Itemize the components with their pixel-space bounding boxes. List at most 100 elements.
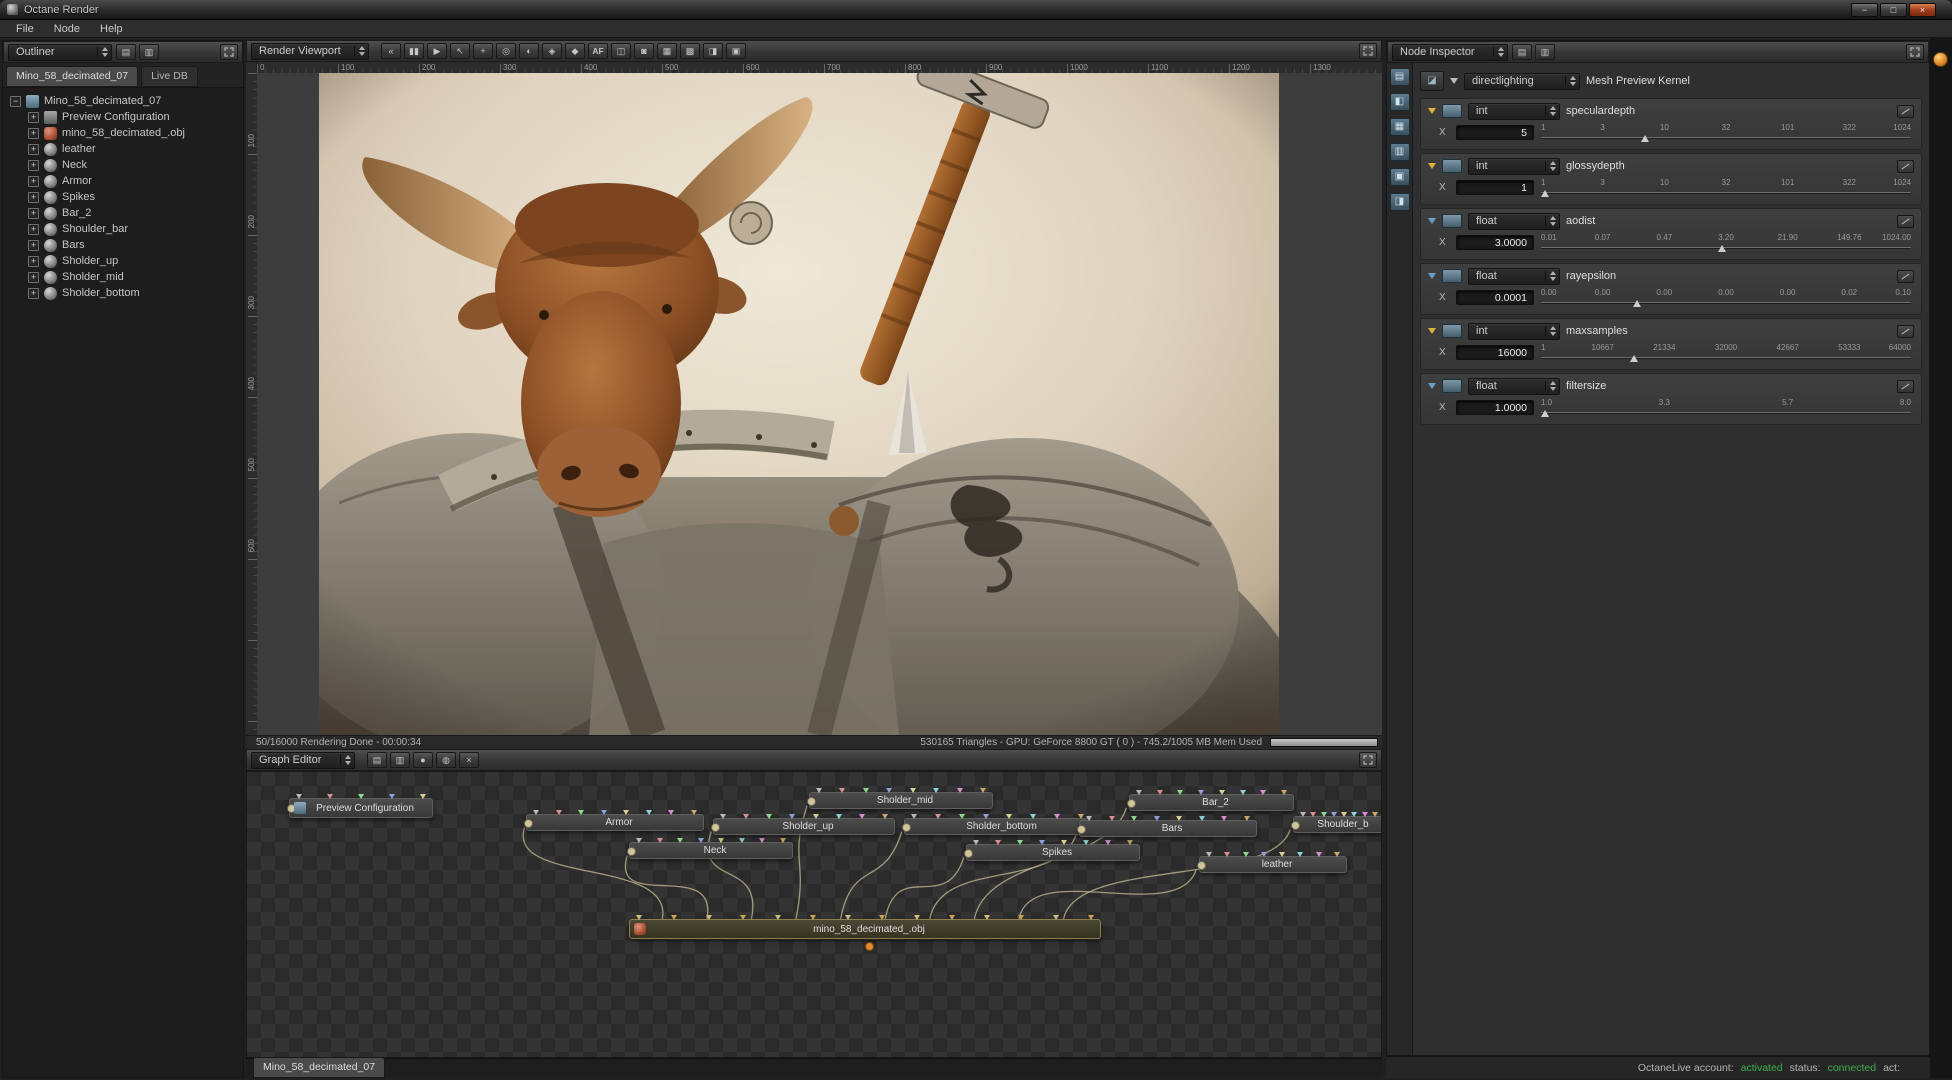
node-pin-icon[interactable] (1053, 915, 1059, 920)
render-image[interactable] (319, 73, 1279, 735)
param-type-select[interactable]: int (1468, 103, 1560, 120)
node-pin-icon[interactable] (623, 810, 629, 815)
graph-node-sholder-bottom[interactable]: Sholder_bottom (904, 818, 1091, 835)
tree-item-bar-2[interactable]: +Bar_2 (3, 205, 243, 221)
node-pin-icon[interactable] (556, 810, 562, 815)
node-pin-icon[interactable] (1088, 915, 1094, 920)
param-slider[interactable]: 1310321013221024 (1541, 123, 1911, 142)
kernel-type-select[interactable]: directlighting (1464, 73, 1580, 90)
node-pin-icon[interactable] (1018, 915, 1024, 920)
spinner-icon[interactable] (1545, 106, 1556, 116)
slider-handle-icon[interactable] (1541, 190, 1549, 197)
collapse-toggle-icon[interactable]: − (10, 96, 21, 107)
menu-file[interactable]: File (6, 22, 44, 36)
expand-toggle-icon[interactable]: + (28, 160, 39, 171)
slider-handle-icon[interactable] (1641, 135, 1649, 142)
tree-root[interactable]: −Mino_58_decimated_07 (3, 93, 243, 109)
node-pin-icon[interactable] (1199, 816, 1205, 821)
livedb-globe-icon[interactable]: ◍ (436, 752, 456, 768)
expand-toggle-icon[interactable]: + (28, 288, 39, 299)
node-pin-icon[interactable] (1109, 816, 1115, 821)
graph-node-armor[interactable]: Armor (526, 814, 704, 831)
expand-toggle-icon[interactable]: + (28, 240, 39, 251)
node-pin-icon[interactable] (1260, 790, 1266, 795)
skip-to-start-icon[interactable]: « (381, 43, 401, 59)
sync-selection-icon[interactable]: ▥ (1535, 44, 1555, 60)
node-pin-icon[interactable] (636, 838, 642, 843)
collapse-all-icon[interactable]: ▤ (116, 44, 136, 60)
spinner-icon[interactable] (1545, 326, 1556, 336)
graph-node-spikes[interactable]: Spikes (966, 844, 1140, 861)
node-pin-icon[interactable] (1300, 812, 1306, 817)
node-pin-icon[interactable] (420, 794, 426, 799)
expand-toggle-icon[interactable]: + (28, 208, 39, 219)
node-pin-icon[interactable] (1341, 812, 1347, 817)
tab-mino-58-decimated-07[interactable]: Mino_58_decimated_07 (6, 66, 138, 87)
slider-handle-icon[interactable] (1541, 410, 1549, 417)
node-pin-icon[interactable] (1221, 816, 1227, 821)
expand-toggle-icon[interactable]: + (28, 224, 39, 235)
param-type-select[interactable]: int (1468, 323, 1560, 340)
param-type-select[interactable]: int (1468, 158, 1560, 175)
tree-item-mino-58-decimated-obj[interactable]: +mino_58_decimated_.obj (3, 125, 243, 141)
param-value-field[interactable]: 5 (1456, 125, 1534, 140)
graph-panel-selector[interactable]: Graph Editor (251, 752, 355, 769)
node-pin-icon[interactable] (995, 840, 1001, 845)
param-slider[interactable]: 0.000.000.000.000.000.020.10 (1541, 288, 1911, 307)
node-pin-icon[interactable] (973, 840, 979, 845)
collapse-triangle-icon[interactable] (1428, 273, 1436, 279)
link-node-icon[interactable] (1897, 215, 1914, 228)
node-pin-icon[interactable] (720, 814, 726, 819)
material-ball-icon[interactable]: ● (413, 752, 433, 768)
camera-settings-icon[interactable]: ◧ (1390, 93, 1410, 111)
node-pin-icon[interactable] (636, 915, 642, 920)
param-type-select[interactable]: float (1468, 213, 1560, 230)
node-pin-icon[interactable] (1017, 840, 1023, 845)
render-view-area[interactable] (257, 73, 1382, 735)
tree-item-sholder-up[interactable]: +Sholder_up (3, 253, 243, 269)
node-pin-icon[interactable] (1078, 814, 1084, 819)
spinner-icon[interactable] (354, 46, 365, 56)
node-pin-icon[interactable] (1261, 852, 1267, 857)
focus-picker-icon[interactable]: ◎ (496, 43, 516, 59)
node-pin-icon[interactable] (1083, 840, 1089, 845)
param-value-field[interactable]: 1.0000 (1456, 400, 1534, 415)
node-pin-icon[interactable] (1351, 812, 1357, 817)
expand-toggle-icon[interactable]: + (28, 144, 39, 155)
node-pin-icon[interactable] (1039, 840, 1045, 845)
recenter-icon[interactable]: + (473, 43, 493, 59)
render-region-icon[interactable]: ▦ (657, 43, 677, 59)
node-pin-icon[interactable] (1372, 812, 1378, 817)
param-type-select[interactable]: float (1468, 378, 1560, 395)
tree-item-sholder-bottom[interactable]: +Sholder_bottom (3, 285, 243, 301)
expand-toggle-icon[interactable]: + (28, 128, 39, 139)
node-pin-icon[interactable] (780, 838, 786, 843)
node-pin-icon[interactable] (740, 915, 746, 920)
node-pin-icon[interactable] (933, 788, 939, 793)
octane-live-ball-icon[interactable] (1933, 52, 1948, 67)
graph-node-mino-58-decimated-obj[interactable]: mino_58_decimated_.obj (629, 919, 1101, 939)
tree-item-leather[interactable]: +leather (3, 141, 243, 157)
node-pin-icon[interactable] (775, 915, 781, 920)
node-pin-icon[interactable] (984, 915, 990, 920)
node-pin-icon[interactable] (739, 838, 745, 843)
node-pin-icon[interactable] (1127, 840, 1133, 845)
node-pin-icon[interactable] (886, 788, 892, 793)
node-pin-icon[interactable] (1176, 816, 1182, 821)
tree-item-armor[interactable]: +Armor (3, 173, 243, 189)
node-pin-icon[interactable] (1244, 816, 1250, 821)
node-pin-icon[interactable] (743, 814, 749, 819)
node-pin-icon[interactable] (1331, 812, 1337, 817)
title-bar[interactable]: Octane Render − □ × (0, 0, 1952, 20)
render-passes-icon[interactable]: ▣ (726, 43, 746, 59)
slider-handle-icon[interactable] (1630, 355, 1638, 362)
node-pin-icon[interactable] (845, 915, 851, 920)
outliner-panel-selector[interactable]: Outliner (8, 44, 112, 61)
tree-item-preview-configuration[interactable]: +Preview Configuration (3, 109, 243, 125)
param-type-select[interactable]: float (1468, 268, 1560, 285)
node-pin-icon[interactable] (1316, 852, 1322, 857)
expand-inspector-icon[interactable] (1906, 44, 1924, 60)
link-node-icon[interactable] (1897, 160, 1914, 173)
param-slider[interactable]: 1106672133432000426675333364000 (1541, 343, 1911, 362)
node-pin-icon[interactable] (910, 788, 916, 793)
